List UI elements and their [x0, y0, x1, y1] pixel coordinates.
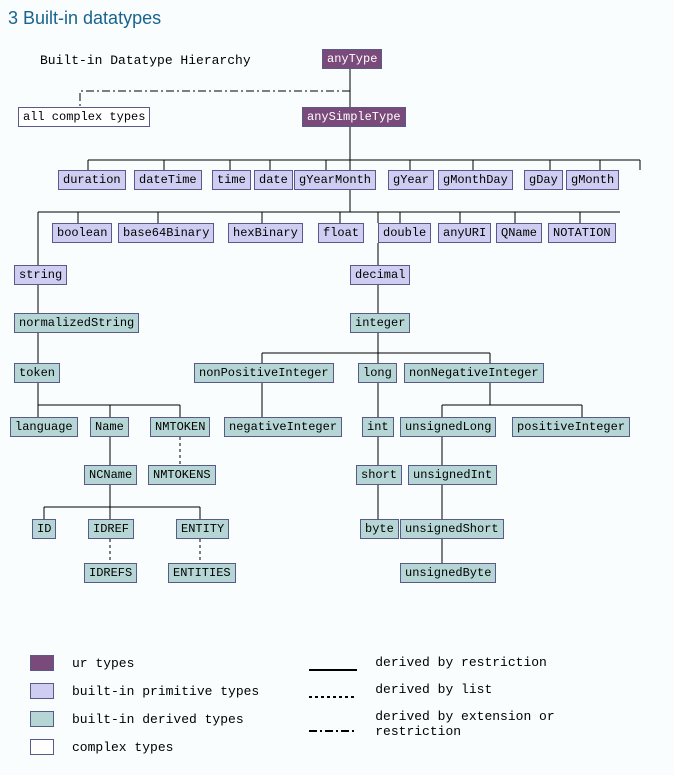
node-gday: gDay [524, 170, 563, 190]
legend-prim-label: built-in primitive types [72, 684, 259, 699]
line-dashed-icon [309, 689, 357, 691]
node-token: token [14, 363, 60, 383]
node-unsignedbyte: unsignedByte [400, 563, 496, 583]
node-datetime: dateTime [134, 170, 202, 190]
node-double: double [378, 223, 431, 243]
node-time: time [212, 170, 251, 190]
node-language: language [10, 417, 78, 437]
legend-list: derived by list [309, 682, 555, 697]
legend: ur types built-in primitive types built-… [0, 635, 674, 775]
node-negativeinteger: negativeInteger [224, 417, 342, 437]
node-ncname: NCName [84, 465, 137, 485]
node-idrefs: IDREFS [84, 563, 137, 583]
node-notation: NOTATION [548, 223, 616, 243]
node-float: float [318, 223, 364, 243]
legend-ext-label: derived by extension or restriction [375, 709, 555, 739]
legend-list-label: derived by list [375, 682, 492, 697]
swatch-ur [30, 655, 54, 671]
legend-complex: complex types [30, 739, 259, 755]
legend-restrict-label: derived by restriction [375, 655, 547, 670]
node-id: ID [32, 519, 56, 539]
line-dashdot-icon [309, 723, 357, 725]
legend-ur-label: ur types [72, 656, 134, 671]
legend-der: built-in derived types [30, 711, 259, 727]
node-boolean: boolean [52, 223, 112, 243]
node-gyear: gYear [388, 170, 434, 190]
node-unsignedshort: unsignedShort [400, 519, 504, 539]
node-nonnegativeinteger: nonNegativeInteger [404, 363, 544, 383]
node-entities: ENTITIES [168, 563, 236, 583]
node-gyearmonth: gYearMonth [294, 170, 376, 190]
node-positiveinteger: positiveInteger [512, 417, 630, 437]
line-solid-icon [309, 662, 357, 664]
node-anyuri: anyURI [438, 223, 491, 243]
node-unsignedlong: unsignedLong [400, 417, 496, 437]
legend-restrict: derived by restriction [309, 655, 555, 670]
node-date: date [254, 170, 293, 190]
node-idref: IDREF [88, 519, 134, 539]
node-byte: byte [360, 519, 399, 539]
node-int: int [362, 417, 394, 437]
node-nmtokens: NMTOKENS [148, 465, 216, 485]
node-all-complex: all complex types [18, 107, 150, 127]
legend-der-label: built-in derived types [72, 712, 244, 727]
diagram-subtitle: Built-in Datatype Hierarchy [40, 53, 251, 68]
node-integer: integer [350, 313, 410, 333]
swatch-prim [30, 683, 54, 699]
legend-complex-label: complex types [72, 740, 173, 755]
node-string: string [14, 265, 67, 285]
node-decimal: decimal [350, 265, 410, 285]
swatch-der [30, 711, 54, 727]
node-name: Name [90, 417, 129, 437]
legend-ext: derived by extension or restriction [309, 709, 555, 739]
node-anytype: anyType [322, 49, 382, 69]
legend-ur: ur types [30, 655, 259, 671]
node-long: long [358, 363, 397, 383]
node-normalizedstring: normalizedString [14, 313, 139, 333]
node-qname: QName [496, 223, 542, 243]
legend-prim: built-in primitive types [30, 683, 259, 699]
node-base64binary: base64Binary [118, 223, 214, 243]
swatch-complex [30, 739, 54, 755]
node-nmtoken: NMTOKEN [150, 417, 210, 437]
node-nonpositiveinteger: nonPositiveInteger [194, 363, 334, 383]
node-duration: duration [58, 170, 126, 190]
node-gmonthday: gMonthDay [438, 170, 513, 190]
hierarchy-diagram: Built-in Datatype Hierarchy [0, 35, 674, 635]
node-entity: ENTITY [176, 519, 229, 539]
node-anysimpletype: anySimpleType [302, 107, 406, 127]
node-short: short [356, 465, 402, 485]
node-gmonth: gMonth [566, 170, 619, 190]
node-hexbinary: hexBinary [228, 223, 303, 243]
node-unsignedint: unsignedInt [408, 465, 497, 485]
page-title: 3 Built-in datatypes [0, 0, 674, 35]
